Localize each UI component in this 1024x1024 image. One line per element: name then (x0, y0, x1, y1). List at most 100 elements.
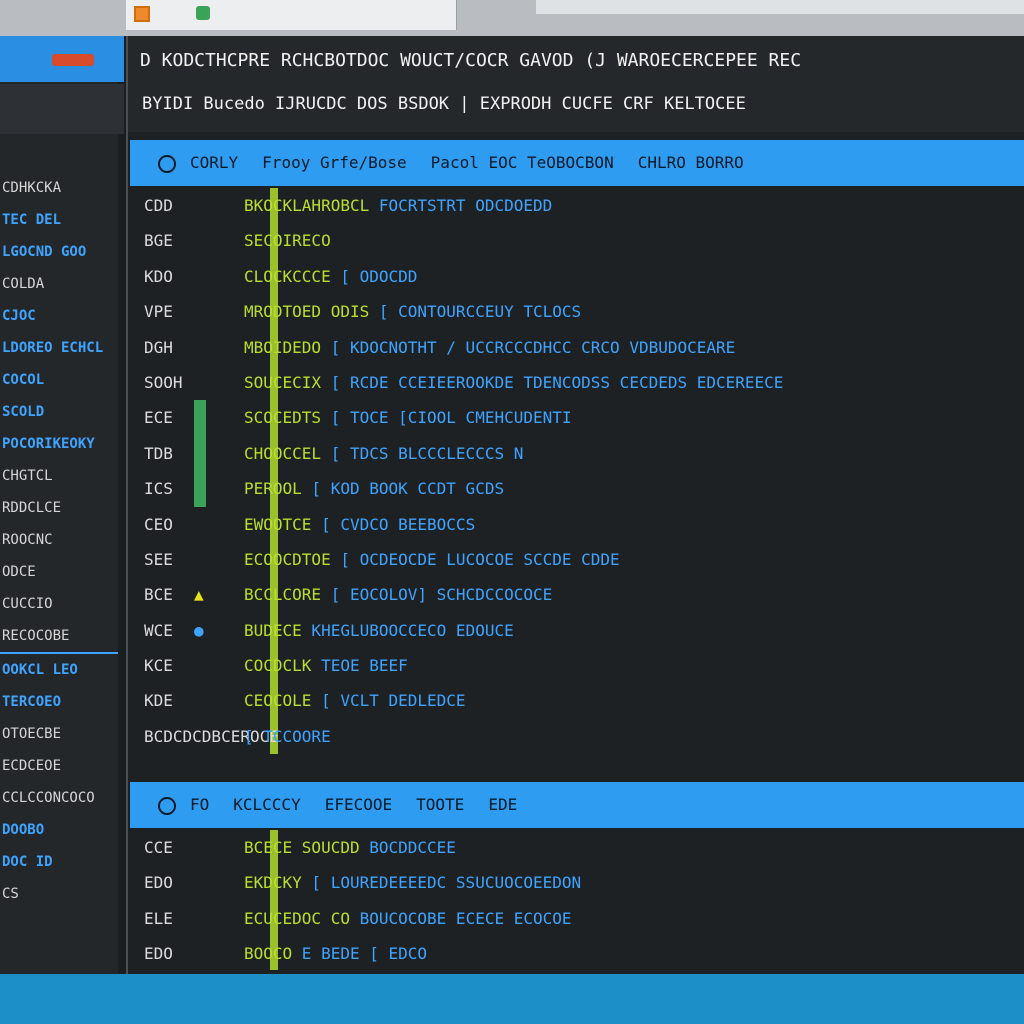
sidebar-item[interactable]: POCORIKEOKY (0, 428, 118, 460)
pane-tab[interactable]: FO (190, 795, 209, 814)
line-number: KCE (144, 656, 173, 676)
token-text: [ EOCOLOV] SCHCDCCOCOCE (321, 585, 553, 605)
line-number: WCE (144, 620, 173, 640)
pane-tab[interactable]: Pacol EOC TeOBOCBON (431, 153, 614, 172)
warning-marker-icon[interactable]: ▲ (194, 577, 206, 612)
sidebar-item[interactable]: COLDA (0, 268, 118, 300)
sidebar-item[interactable]: ECDCEOE (0, 750, 118, 782)
code-line[interactable]: WCE ● BUDECE KHEGLUBOOCCECO EDOUCE (130, 613, 1024, 648)
code-line[interactable]: VPE MRODTOED ODIS [ CONTOURCCEUY TCLOCS (130, 294, 1024, 329)
code-line[interactable]: BCDCDCDBCEROCE [ TCCOORE (130, 719, 1024, 754)
code-line[interactable]: KCE COCDCLK TEOE BEEF (130, 648, 1024, 683)
code-line[interactable]: EDO EKDCKY [ LOUREDEEEEDC SSUCUOCOEEDON (130, 865, 1024, 900)
sidebar-item[interactable]: LDOREO ECHCL (0, 332, 118, 364)
sidebar-item[interactable]: ODCE (0, 556, 118, 588)
code-text: CEOCOLE [ VCLT DEDLEDCE (244, 683, 466, 718)
keyword-token: SECOIRECO (244, 231, 331, 251)
browser-tab[interactable] (126, 0, 457, 30)
code-line[interactable]: EDO BOOCO E BEDE [ EDCO (130, 936, 1024, 971)
sidebar-item[interactable]: ROOCNC (0, 524, 118, 556)
keyword-token: EKDCKY (244, 873, 302, 893)
code-text: BOOCO E BEDE [ EDCO (244, 936, 427, 971)
keyword-token: ECUCEDOC CO (244, 908, 350, 928)
code-line[interactable]: CCE BCECE SOUCDD BOCDDCCEE (130, 830, 1024, 865)
sidebar-item[interactable]: RDDCLCE (0, 492, 118, 524)
pane-tab[interactable]: EDE (488, 795, 517, 814)
sidebar-item[interactable]: LGOCND GOO (0, 236, 118, 268)
line-number: SEE (144, 549, 173, 569)
notification-badge-icon[interactable] (52, 54, 94, 66)
code-line[interactable]: BGE SECOIRECO (130, 223, 1024, 258)
sidebar-item[interactable]: SCOLD (0, 396, 118, 428)
code-text: SOUCECIX [ RCDE CCEIEEROOKDE TDENCODSS C… (244, 365, 783, 400)
code-line[interactable]: DGH MBOIDEDO [ KDOCNOTHT / UCCRCCCDHCC CR… (130, 330, 1024, 365)
browser-chrome (0, 0, 1024, 36)
code-line[interactable]: BCE ▲ BCCLCORE [ EOCOLOV] SCHCDCCOCOCE (130, 577, 1024, 612)
token-text: [ TCCOORE (244, 726, 331, 746)
sidebar-list: CDHKCKA TEC DEL LGOCND GOO COLDA CJOC LDOREO … (0, 172, 118, 910)
keyword-token: EWOOTCE (244, 514, 312, 534)
code-line[interactable]: ICS PEROOL [ KOD BOOK CCDT GCDS (130, 471, 1024, 507)
sidebar: CDHKCKA TEC DEL LGOCND GOO COLDA CJOC LDOREO … (0, 36, 124, 974)
code-line[interactable]: KDE CEOCOLE [ VCLT DEDLEDCE (130, 683, 1024, 718)
sidebar-item[interactable]: OTOECBE (0, 718, 118, 750)
code-line[interactable]: ELE ECUCEDOC CO BOUCOCOBE ECECE ECOCOE (130, 901, 1024, 936)
line-number: EDO (144, 944, 173, 964)
code-line[interactable]: SEE ECOOCDTOE [ OCDEOCDE LUCOCOE SCCDE CD… (130, 542, 1024, 577)
sidebar-item[interactable]: CDHKCKA (0, 172, 118, 204)
line-number: CDD (144, 196, 173, 215)
pane-tab[interactable]: CHLRO BORRO (638, 153, 744, 172)
token-text: [ TDCS BLCCCLECCCS N (321, 443, 524, 463)
code-line[interactable]: CDD BKOCKLAHROBCL FOCRTSTRT ODCDOEDD (130, 188, 1024, 223)
search-icon[interactable] (158, 796, 176, 815)
code-text: CLOCKCCCE [ ODOCDD (244, 259, 417, 294)
code-line[interactable]: ECE SCOCEDTS [ TOCE [CIOOL CMEHCUDENTI (130, 400, 1024, 436)
pane-tab[interactable]: KCLCCCY (233, 795, 300, 814)
token-text: [ CONTOURCCEUY TCLOCS (369, 302, 582, 322)
code-text: ECOOCDTOE [ OCDEOCDE LUCOCOE SCCDE CDDE (244, 542, 620, 577)
pane-tab[interactable]: CORLY (190, 153, 238, 172)
code-text: EKDCKY [ LOUREDEEEEDC SSUCUOCOEEDON (244, 865, 581, 900)
sidebar-item[interactable]: OOKCL LEO (0, 654, 118, 686)
token-text: [ KOD BOOK CCDT GCDS (301, 479, 505, 499)
line-number: EDO (144, 873, 173, 893)
sidebar-item[interactable]: TEC DEL (0, 204, 118, 236)
pane-tab[interactable]: EFECOOE (325, 795, 392, 814)
keyword-token: BOOCO (244, 944, 293, 964)
code-line[interactable]: KDO CLOCKCCCE [ ODOCDD (130, 259, 1024, 294)
sidebar-item[interactable]: CS (0, 878, 118, 910)
sidebar-item[interactable]: DOOBO (0, 814, 118, 846)
code-line[interactable]: TDB CHOOCCEL [ TDCS BLCCCLECCCS N (130, 435, 1024, 472)
keyword-token: CEOCOLE (244, 691, 312, 711)
extension-icon[interactable] (196, 6, 210, 20)
line-number: ELE (144, 908, 173, 928)
git-change-marker[interactable] (194, 435, 206, 472)
sidebar-item[interactable]: DOC ID (0, 846, 118, 878)
sidebar-item[interactable]: CCLCCONCOCO (0, 782, 118, 814)
keyword-token: SCOCEDTS (244, 408, 322, 428)
search-icon[interactable] (158, 154, 176, 173)
sidebar-item[interactable]: CHGTCL (0, 460, 118, 492)
line-number: BGE (144, 231, 173, 251)
code-line[interactable]: CEO EWOOTCE [ CVDCO BEEBOCCS (130, 507, 1024, 542)
sidebar-item[interactable]: CJOC (0, 300, 118, 332)
code-text: [ TCCOORE (244, 719, 331, 754)
code-line[interactable]: SOOH SOUCECIX [ RCDE CCEIEEROOKDE TDENCOD… (130, 365, 1024, 400)
sidebar-item[interactable]: CUCCIO (0, 588, 118, 620)
git-change-marker[interactable] (194, 400, 206, 436)
pane-tab[interactable]: TOOTE (416, 795, 464, 814)
pane-tab[interactable]: Frooy Grfe/Bose (262, 153, 407, 172)
keyword-token: PEROOL (244, 479, 302, 499)
code-pane-2[interactable]: CCE BCECE SOUCDD BOCDDCCEE EDO EKDCKY [ LOU… (130, 830, 1024, 972)
editor-window: D KODCTHCPRE RCHCBOTDOC WOUCT/COCR GAVOD… (126, 36, 1024, 974)
sidebar-item[interactable]: RECOCOBE (0, 620, 118, 654)
code-text: SCOCEDTS [ TOCE [CIOOL CMEHCUDENTI (244, 400, 572, 435)
code-pane[interactable]: CDD BKOCKLAHROBCL FOCRTSTRT ODCDOEDD BGE SE… (130, 188, 1024, 754)
sidebar-item[interactable]: TERCOEO (0, 686, 118, 718)
sidebar-item[interactable]: COCOL (0, 364, 118, 396)
line-number: SOOH (144, 372, 183, 392)
warning-marker-icon[interactable]: ● (194, 613, 206, 648)
address-bar[interactable] (536, 0, 1024, 14)
git-change-marker[interactable] (194, 471, 206, 507)
token-text: [ LOUREDEEEEDC SSUCUOCOEEDON (301, 873, 582, 893)
